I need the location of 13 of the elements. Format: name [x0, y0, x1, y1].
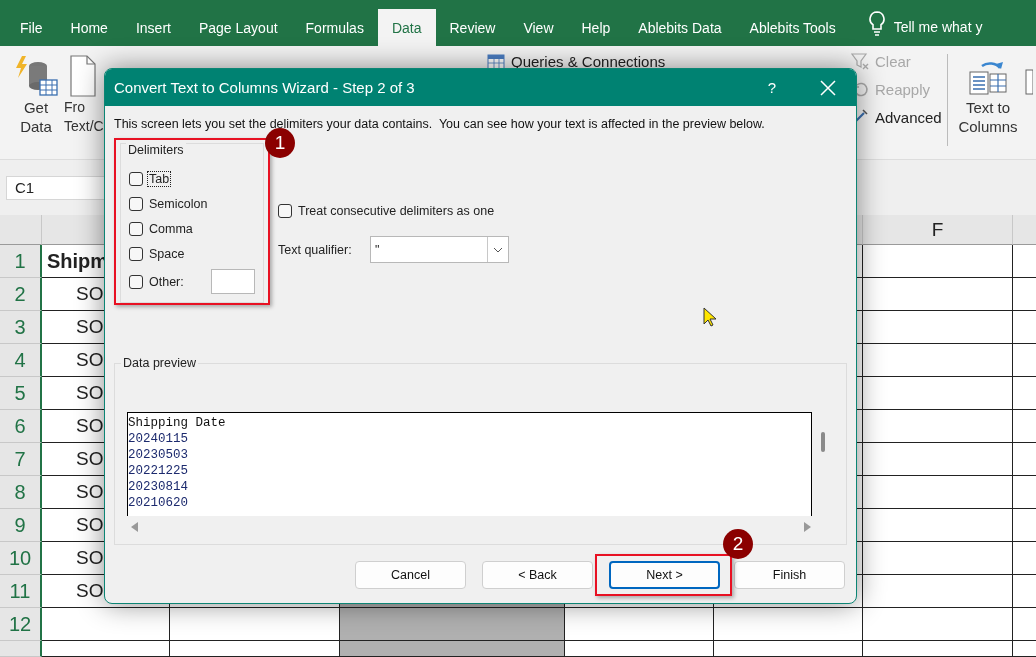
instruction-text: This screen lets you set the delimiters your data contains. You can see how your text is affected in the preview below. [114, 117, 766, 131]
preview-line: Shipping Date [128, 415, 227, 431]
step-badge: 2 [723, 529, 753, 559]
preview-line: 20230503 [128, 447, 189, 463]
step-badge: 1 [265, 128, 295, 158]
group-title: Data preview [121, 356, 198, 370]
preview-line: 20240115 [128, 431, 189, 447]
preview-line: 20230814 [128, 479, 189, 495]
preview-line: 20210620 [128, 495, 189, 511]
dialog-title: Convert Text to Columns Wizard - Step 2 of 3 [114, 79, 416, 96]
field-label: Text qualifier: [278, 242, 353, 257]
preview-line: 20221225 [128, 463, 189, 479]
group-title: Delimiters [126, 143, 186, 157]
